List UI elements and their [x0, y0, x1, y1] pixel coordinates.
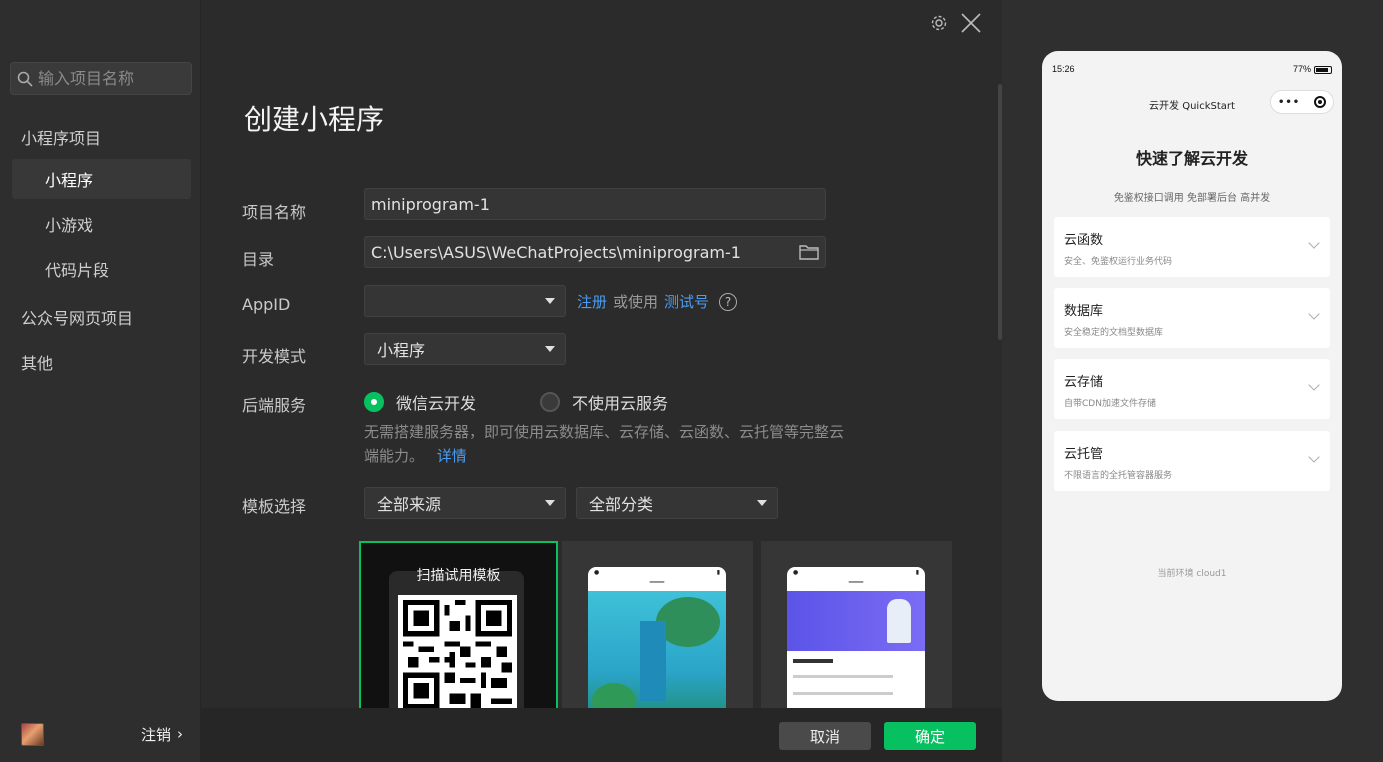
feature-card-title: 云托管 — [1064, 447, 1104, 462]
backend-description: 无需搭建服务器，即可使用云数据库、云存储、云函数、云托管等完整云端能力。 详情 — [364, 420, 844, 468]
page-title: 创建小程序 — [244, 103, 385, 136]
caret-down-icon — [545, 346, 555, 352]
template-card-epidemic-form[interactable]: ● ▮ ━━━━ — [761, 541, 952, 711]
search-input[interactable] — [38, 69, 188, 88]
caret-down-icon — [545, 298, 555, 304]
template-thumbnail: ● ▮ ━━━━ — [588, 567, 726, 711]
feature-card-cloud-function[interactable]: 云函数 安全、免鉴权运行业务代码 — [1054, 217, 1330, 277]
feature-card-desc: 不限语言的全托管容器服务 — [1064, 471, 1173, 481]
appid-select[interactable] — [364, 285, 566, 317]
logout-label: 注销 — [140, 725, 171, 744]
sidebar-item-code-snippet[interactable]: 代码片段 — [12, 249, 191, 289]
label-directory: 目录 — [242, 250, 275, 269]
logout-button[interactable]: 注销 › — [141, 724, 183, 745]
test-account-link[interactable]: 测试号 — [664, 291, 709, 312]
qr-code-icon — [398, 595, 517, 709]
radio-no-cloud-label: 不使用云服务 — [572, 394, 669, 413]
project-name-input[interactable] — [371, 194, 819, 214]
form-banner — [787, 591, 925, 651]
sidebar: 小程序项目 小程序 小游戏 代码片段 公众号网页项目 其他 注销 › — [0, 0, 201, 762]
target-icon[interactable] — [1314, 96, 1327, 108]
source-value: 全部来源 — [377, 495, 442, 514]
radio-no-cloud[interactable]: 不使用云服务 — [540, 390, 668, 414]
feature-card-desc: 安全、免鉴权运行业务代码 — [1064, 257, 1173, 267]
phone-env-text: 当前环境 cloud1 — [1157, 569, 1227, 579]
label-project-name: 项目名称 — [242, 203, 307, 222]
thumb-status-bar: ● ▮ — [594, 569, 720, 576]
help-icon[interactable]: ? — [719, 292, 738, 311]
appid-links: 注册 或使用 测试号 ? — [577, 291, 738, 312]
phone-nav-bar: 云开发 QuickStart ••• — [1042, 87, 1342, 121]
template-scan-caption: 扫描试用模板 — [416, 568, 501, 584]
sidebar-item-minigame[interactable]: 小游戏 — [12, 204, 191, 244]
footer-bar: 取消 确定 — [201, 708, 1002, 762]
chevron-right-icon: › — [177, 725, 183, 743]
avatar[interactable] — [21, 722, 44, 746]
feature-card-title: 云存储 — [1064, 375, 1104, 390]
capsule-menu[interactable]: ••• — [1270, 90, 1334, 114]
nav-group-other[interactable]: 其他 — [21, 350, 53, 374]
label-backend: 后端服务 — [242, 396, 307, 415]
feature-card-database[interactable]: 数据库 安全稳定的文档型数据库 — [1054, 288, 1330, 348]
phone-nav-title: 云开发 QuickStart — [1149, 100, 1235, 112]
thumb-header: ━━━━ — [848, 579, 864, 586]
template-thumbnail: ● ▮ ━━━━ — [787, 567, 925, 711]
label-dev-mode: 开发模式 — [242, 347, 307, 366]
label-template: 模板选择 — [242, 497, 307, 516]
phone-subline: 免鉴权接口调用 免部署后台 高并发 — [1113, 193, 1271, 204]
battery-icon — [1314, 65, 1332, 74]
source-select[interactable]: 全部来源 — [364, 487, 566, 519]
phone-preview: 15:26 77% 云开发 QuickStart ••• 快速了解云开发 免鉴权… — [1042, 51, 1342, 701]
feature-card-desc: 安全稳定的文档型数据库 — [1064, 328, 1164, 338]
template-card-festival[interactable]: ● ▮ ━━━━ — [562, 541, 753, 711]
form-body — [787, 651, 925, 703]
sidebar-footer: 注销 › — [0, 706, 201, 762]
folder-icon[interactable] — [799, 244, 819, 260]
feature-card-title: 云函数 — [1064, 233, 1104, 248]
thumb-header: ━━━━ — [649, 579, 665, 586]
sidebar-item-miniprogram[interactable]: 小程序 — [12, 159, 191, 199]
search-box[interactable] — [10, 62, 192, 95]
label-appid: AppID — [242, 295, 291, 314]
category-select[interactable]: 全部分类 — [576, 487, 778, 519]
phone-battery: 77% — [1293, 64, 1332, 74]
thumb-status-bar: ● ▮ — [793, 569, 919, 576]
phone-status-bar: 15:26 77% — [1042, 51, 1342, 87]
directory-field[interactable] — [364, 236, 826, 268]
create-project-panel: 创建小程序 项目名称 目录 AppID 注册 或使用 测试号 ? 开发模式 小程… — [201, 0, 1002, 762]
appid-or-text: 或使用 — [613, 293, 659, 311]
caret-down-icon — [757, 500, 767, 506]
feature-card-hosting[interactable]: 云托管 不限语言的全托管容器服务 — [1054, 431, 1330, 491]
gear-icon[interactable] — [930, 14, 948, 32]
radio-unchecked-icon — [540, 392, 560, 412]
radio-checked-icon — [364, 392, 384, 412]
close-icon[interactable] — [960, 12, 982, 34]
details-link[interactable]: 详情 — [437, 447, 467, 465]
category-value: 全部分类 — [589, 495, 654, 514]
caret-down-icon — [545, 500, 555, 506]
feature-card-desc: 自带CDN加速文件存储 — [1064, 399, 1156, 409]
backend-description-text: 无需搭建服务器，即可使用云数据库、云存储、云函数、云托管等完整云端能力。 — [364, 423, 845, 465]
feature-card-title: 数据库 — [1064, 304, 1104, 319]
confirm-button[interactable]: 确定 — [884, 722, 976, 750]
project-name-field[interactable] — [364, 188, 826, 220]
dev-mode-select[interactable]: 小程序 — [364, 333, 566, 365]
festival-illustration — [588, 591, 726, 711]
more-icon[interactable]: ••• — [1278, 97, 1300, 108]
dev-mode-value: 小程序 — [377, 341, 426, 360]
template-card-scan[interactable]: 扫描试用模板 — [359, 541, 558, 711]
search-icon — [17, 71, 33, 87]
phone-time: 15:26 — [1052, 64, 1075, 74]
nav-group-web[interactable]: 公众号网页项目 — [21, 305, 133, 329]
feature-card-storage[interactable]: 云存储 自带CDN加速文件存储 — [1054, 359, 1330, 419]
nav-group-miniprogram[interactable]: 小程序项目 — [21, 125, 101, 149]
register-link[interactable]: 注册 — [577, 291, 607, 312]
radio-wechat-cloud[interactable]: 微信云开发 — [364, 390, 476, 414]
directory-input[interactable] — [371, 242, 799, 262]
cancel-button[interactable]: 取消 — [779, 722, 871, 750]
phone-headline: 快速了解云开发 — [1135, 149, 1248, 168]
window-controls — [930, 12, 982, 34]
radio-wechat-cloud-label: 微信云开发 — [396, 394, 477, 413]
